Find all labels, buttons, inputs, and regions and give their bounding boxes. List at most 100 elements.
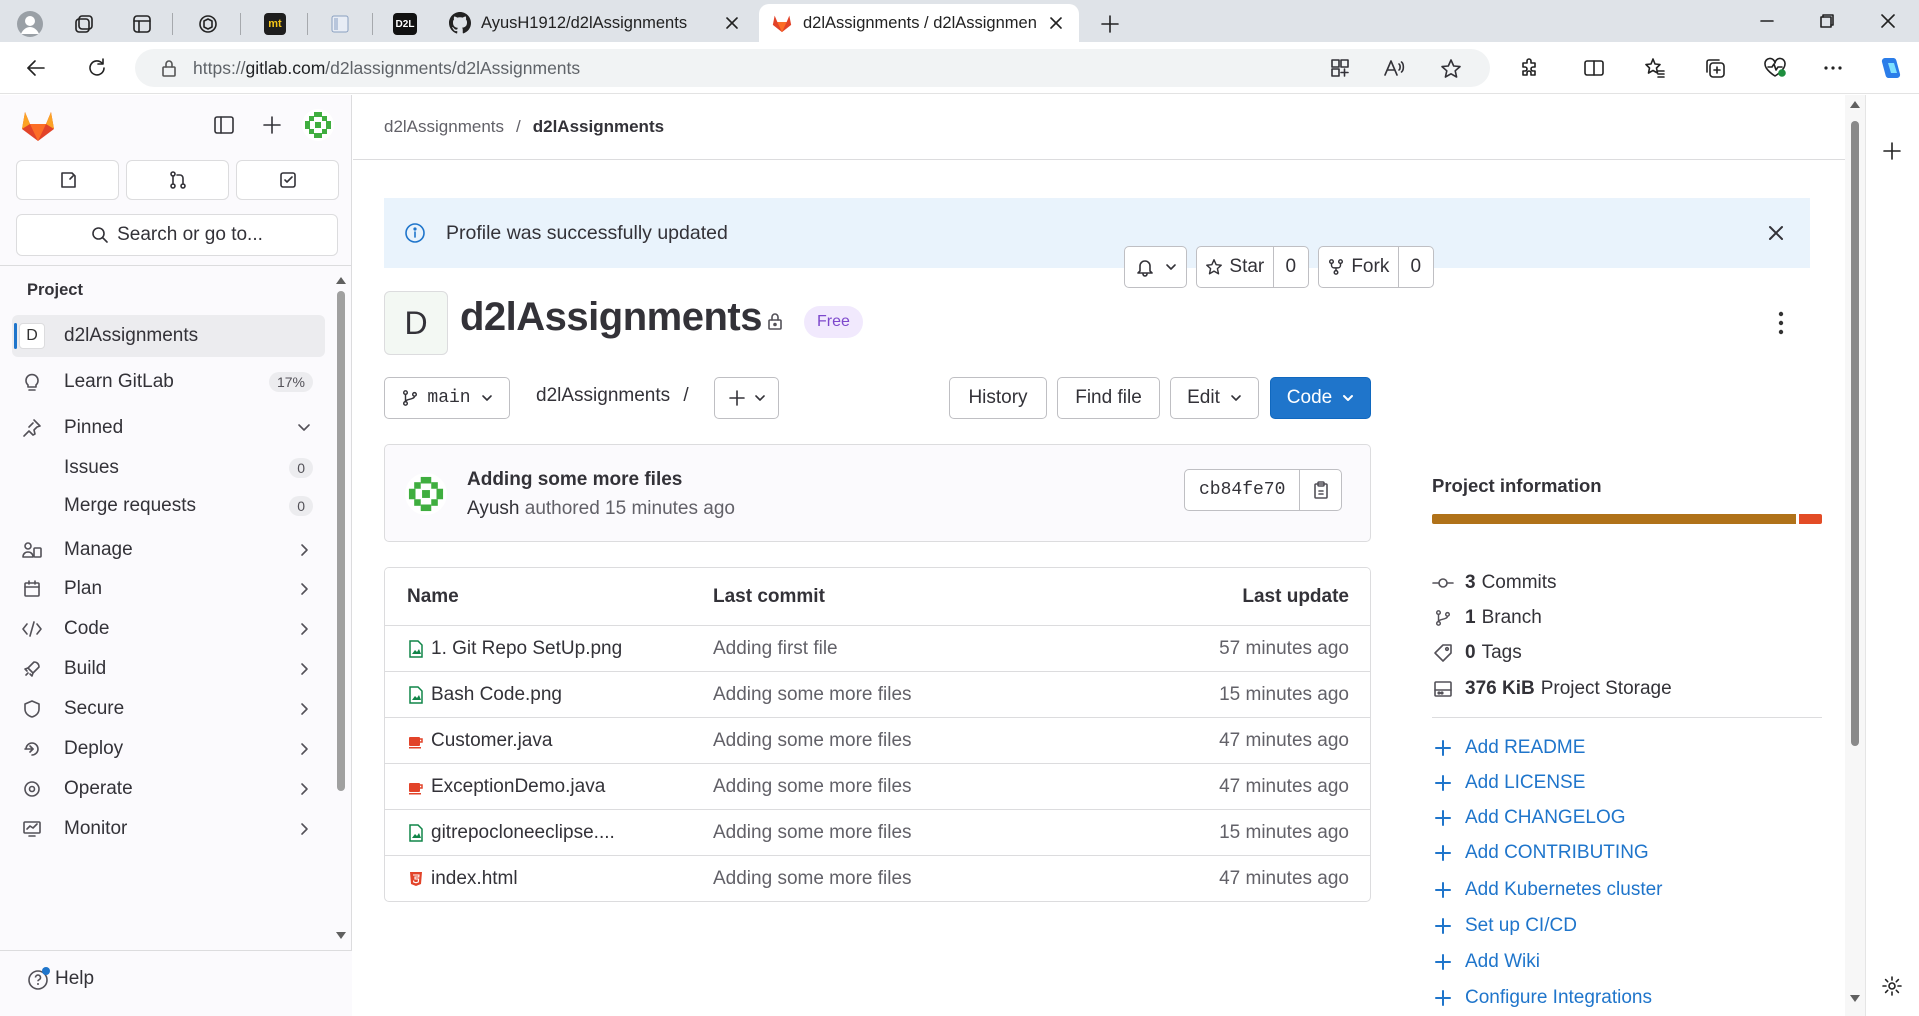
profile-avatar[interactable]: [10, 6, 50, 42]
url-text[interactable]: https://gitlab.com/d2lassignments/d2lAss…: [193, 58, 580, 79]
tags-link[interactable]: 0 Tags: [1432, 642, 1522, 664]
sidebar-item-build[interactable]: Build: [12, 648, 325, 690]
tab-github[interactable]: AyusH1912/d2lAssignments: [437, 4, 755, 42]
pinned-tab-d2l[interactable]: D2L: [383, 6, 427, 42]
add-kubernetes-cluster-link[interactable]: Add Kubernetes cluster: [1432, 879, 1663, 901]
star-button[interactable]: Star 0: [1196, 246, 1309, 288]
favorite-star-icon[interactable]: [1440, 58, 1462, 80]
star-count[interactable]: 0: [1274, 256, 1308, 278]
commits-link[interactable]: 3 Commits: [1432, 572, 1557, 594]
add-wiki-link[interactable]: Add Wiki: [1432, 951, 1540, 973]
file-name-link[interactable]: gitrepocloneeclipse....: [431, 822, 615, 844]
file-commit-link[interactable]: Adding some more files: [713, 684, 1219, 706]
file-commit-link[interactable]: Adding some more files: [713, 776, 1219, 798]
table-row[interactable]: Bash Code.png Adding some more files 15 …: [385, 671, 1370, 717]
minimize-icon[interactable]: [1739, 0, 1795, 42]
sidebar-item-plan[interactable]: Plan: [12, 568, 325, 610]
favorites-icon[interactable]: [1637, 50, 1673, 86]
search-or-go-to-button[interactable]: Search or go to...: [16, 214, 338, 256]
table-row[interactable]: 1. Git Repo SetUp.png Adding first file …: [385, 625, 1370, 671]
restore-icon[interactable]: [1799, 0, 1855, 42]
page-scrollbar[interactable]: [1845, 95, 1865, 1016]
add-contributing-link[interactable]: Add CONTRIBUTING: [1432, 842, 1649, 864]
breadcrumb-project-link[interactable]: d2lAssignments: [533, 117, 664, 137]
branches-link[interactable]: 1 Branch: [1432, 607, 1542, 629]
help-button[interactable]: Help: [27, 967, 94, 991]
commit-title-link[interactable]: Adding some more files: [467, 469, 682, 491]
back-icon[interactable]: [18, 50, 54, 86]
file-commit-link[interactable]: Adding first file: [713, 638, 1219, 660]
refresh-icon[interactable]: [79, 50, 115, 86]
table-row[interactable]: ExceptionDemo.java Adding some more file…: [385, 763, 1370, 809]
collapse-sidebar-icon[interactable]: [213, 114, 235, 136]
sidebar-item-secure[interactable]: Secure: [12, 688, 325, 730]
configure-integrations-link[interactable]: Configure Integrations: [1432, 987, 1652, 1009]
todo-list-button[interactable]: [236, 160, 339, 200]
extensions-icon[interactable]: [1512, 50, 1548, 86]
site-lock-icon[interactable]: [161, 59, 177, 77]
performance-icon[interactable]: [1757, 50, 1793, 86]
copilot-icon[interactable]: [1872, 50, 1908, 86]
close-window-icon[interactable]: [1860, 0, 1916, 42]
language-bar-segment[interactable]: [1798, 514, 1822, 524]
file-commit-link[interactable]: Adding some more files: [713, 822, 1219, 844]
more-menu-icon[interactable]: [1815, 50, 1851, 86]
edit-dropdown[interactable]: Edit: [1170, 377, 1259, 419]
tab-actions-icon[interactable]: [122, 6, 162, 42]
split-screen-icon[interactable]: [1576, 50, 1612, 86]
address-bar[interactable]: https://gitlab.com/d2lassignments/d2lAss…: [135, 49, 1490, 87]
language-bar-segment[interactable]: [1432, 514, 1796, 524]
add-changelog-link[interactable]: Add CHANGELOG: [1432, 807, 1626, 829]
code-dropdown[interactable]: Code: [1270, 377, 1371, 419]
tab-gitlab-active[interactable]: d2lAssignments / d2lAssignments: [759, 4, 1079, 42]
fork-count[interactable]: 0: [1399, 256, 1433, 278]
file-name-link[interactable]: 1. Git Repo SetUp.png: [431, 638, 622, 660]
dismiss-alert-icon[interactable]: [1768, 225, 1784, 241]
pinned-item-issues[interactable]: Issues 0: [64, 448, 325, 488]
file-name-link[interactable]: ExceptionDemo.java: [431, 776, 605, 798]
commit-sha-link[interactable]: cb84fe70: [1185, 480, 1299, 500]
pinned-tab-doc[interactable]: [318, 6, 362, 42]
commit-author-avatar[interactable]: [405, 473, 447, 515]
copy-sha-icon[interactable]: [1299, 470, 1341, 510]
pinned-tab-mt[interactable]: mt: [253, 6, 297, 42]
sidebar-item-pinned[interactable]: Pinned: [12, 407, 325, 449]
pinned-tab-chatgpt[interactable]: [186, 6, 230, 42]
table-row[interactable]: gitrepocloneeclipse.... Adding some more…: [385, 809, 1370, 855]
branch-selector[interactable]: main: [384, 377, 510, 419]
setup-cicd-link[interactable]: Set up CI/CD: [1432, 915, 1577, 937]
collections-icon[interactable]: [1697, 50, 1733, 86]
table-row[interactable]: index.html Adding some more files 47 min…: [385, 855, 1370, 901]
file-commit-link[interactable]: Adding some more files: [713, 730, 1219, 752]
add-to-tree-dropdown[interactable]: [714, 377, 779, 419]
history-button[interactable]: History: [949, 377, 1047, 419]
file-commit-link[interactable]: Adding some more files: [713, 868, 1219, 890]
find-file-button[interactable]: Find file: [1057, 377, 1160, 419]
sidebar-item-monitor[interactable]: Monitor: [12, 808, 325, 850]
project-actions-kebab-icon[interactable]: [1775, 310, 1787, 336]
workspaces-icon[interactable]: [64, 6, 104, 42]
commit-author-link[interactable]: Ayush: [467, 498, 519, 519]
sidebar-item-learn-gitlab[interactable]: Learn GitLab 17%: [12, 361, 325, 403]
app-install-icon[interactable]: [1330, 58, 1350, 78]
table-row[interactable]: Customer.java Adding some more files 47 …: [385, 717, 1370, 763]
close-tab-icon[interactable]: [1045, 12, 1067, 34]
add-license-link[interactable]: Add LICENSE: [1432, 772, 1585, 794]
new-tab-icon[interactable]: [1090, 6, 1130, 42]
notification-dropdown[interactable]: [1124, 246, 1187, 288]
sidebar-item-operate[interactable]: Operate: [12, 768, 325, 810]
project-storage-link[interactable]: 376 KiB Project Storage: [1432, 678, 1672, 700]
sidebar-item-deploy[interactable]: Deploy: [12, 728, 325, 770]
sidebar-item-code[interactable]: Code: [12, 608, 325, 650]
close-tab-icon[interactable]: [721, 12, 743, 34]
fork-button[interactable]: Fork 0: [1318, 246, 1434, 288]
user-avatar[interactable]: [302, 109, 334, 141]
add-readme-link[interactable]: Add README: [1432, 737, 1585, 759]
pinned-item-merge-requests[interactable]: Merge requests 0: [64, 486, 325, 526]
repo-path-root-link[interactable]: d2lAssignments: [536, 385, 670, 406]
merge-requests-button[interactable]: [126, 160, 229, 200]
add-sidebar-app-icon[interactable]: [1882, 141, 1902, 161]
assigned-issues-button[interactable]: [16, 160, 119, 200]
repository-language-bar[interactable]: [1432, 514, 1822, 524]
gitlab-logo-icon[interactable]: [20, 108, 56, 142]
